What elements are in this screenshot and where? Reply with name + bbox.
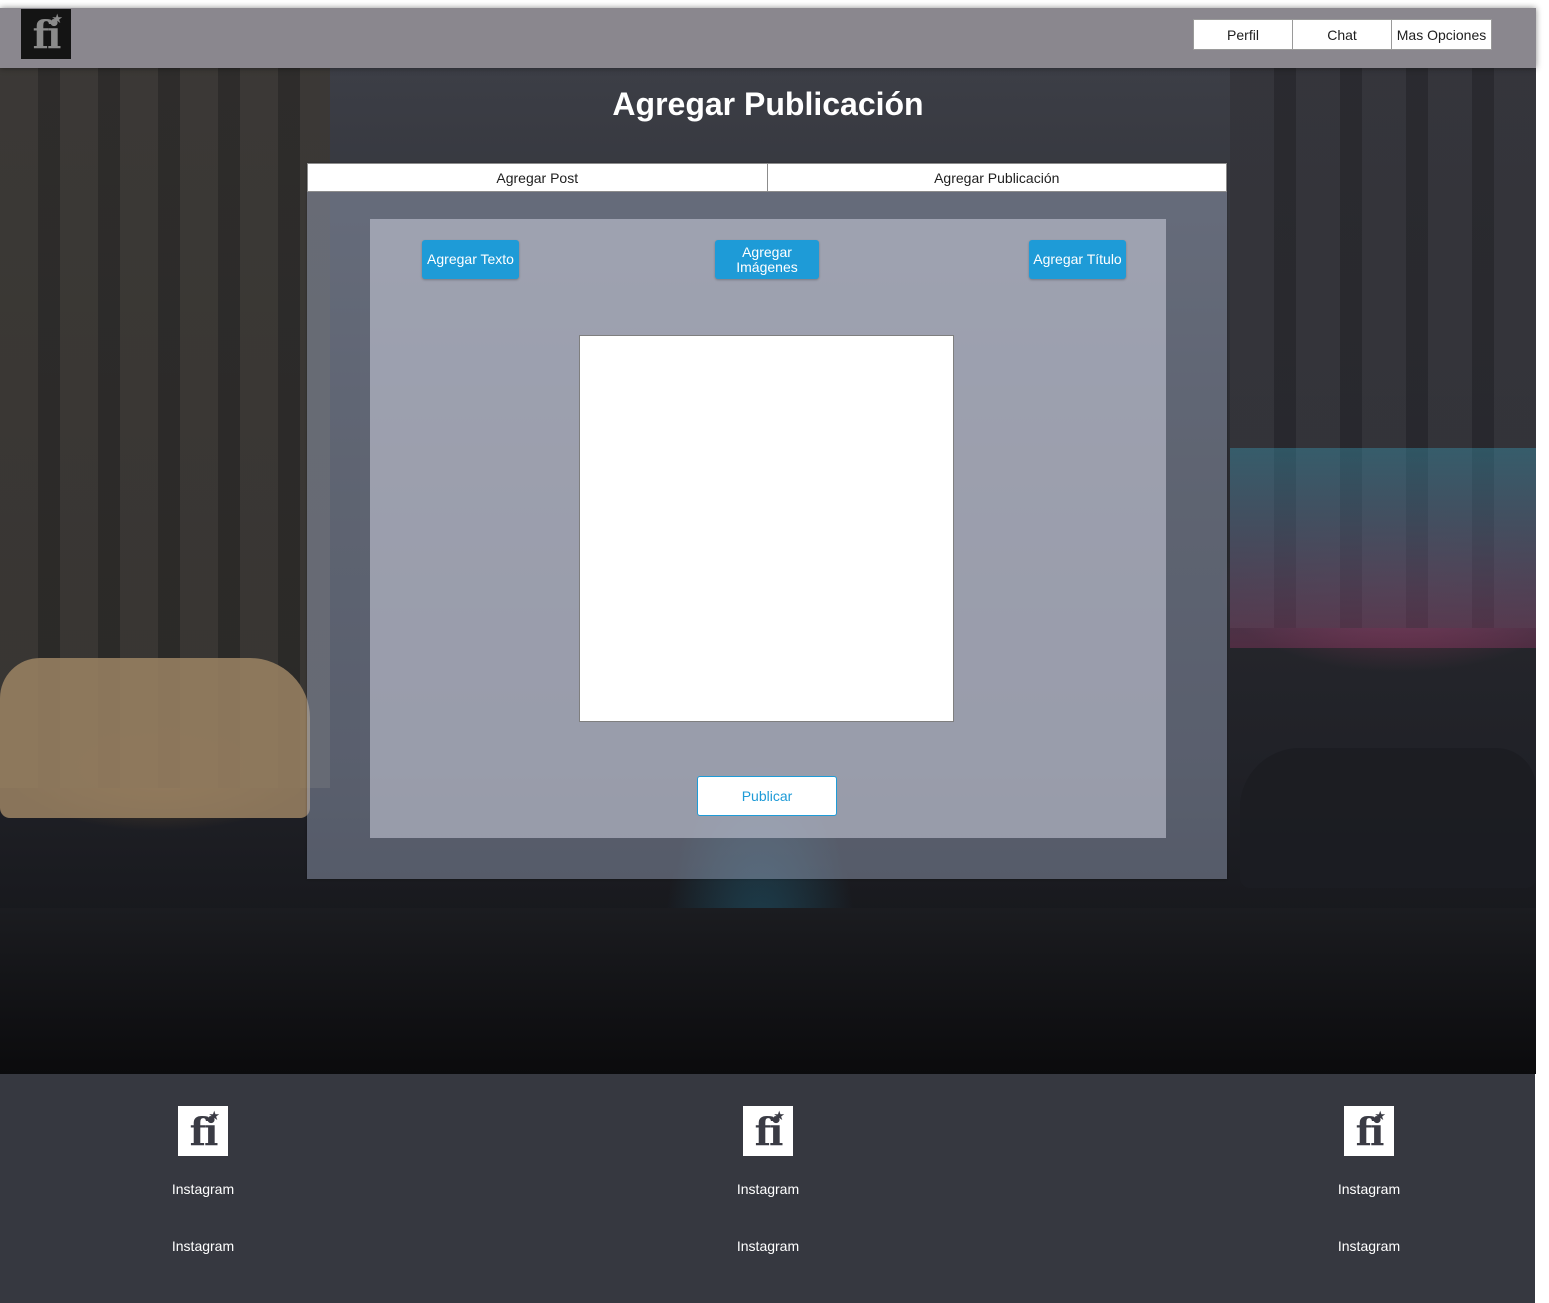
footer-column: fi ★ Instagram Instagram <box>668 1074 868 1303</box>
footer-link-instagram[interactable]: Instagram <box>103 1238 303 1254</box>
neon-signs-shape <box>1230 448 1536 648</box>
publication-card: Agregar Post Agregar Publicación Agregar… <box>307 163 1227 879</box>
fi-logo-icon: fi ★ <box>178 1106 228 1156</box>
star-icon: ★ <box>208 1108 220 1123</box>
footer-link-instagram[interactable]: Instagram <box>668 1181 868 1197</box>
taxi-shape <box>0 658 310 818</box>
top-header: fi ★ Perfil Chat Mas Opciones <box>0 8 1536 68</box>
publish-button[interactable]: Publicar <box>697 776 837 816</box>
footer-link-instagram[interactable]: Instagram <box>103 1181 303 1197</box>
tab-agregar-post[interactable]: Agregar Post <box>308 164 767 191</box>
footer-link-instagram[interactable]: Instagram <box>1269 1181 1469 1197</box>
nav-chat-button[interactable]: Chat <box>1293 20 1392 49</box>
footer-link-instagram[interactable]: Instagram <box>1269 1238 1469 1254</box>
publication-tabs: Agregar Post Agregar Publicación <box>307 163 1227 192</box>
add-text-button[interactable]: Agregar Texto <box>422 240 519 279</box>
add-title-button[interactable]: Agregar Título <box>1029 240 1126 279</box>
add-images-button[interactable]: Agregar Imágenes <box>715 240 819 279</box>
tab-agregar-publicacion[interactable]: Agregar Publicación <box>766 164 1227 191</box>
car-shape <box>1240 748 1536 888</box>
top-nav: Perfil Chat Mas Opciones <box>1193 19 1492 50</box>
editor-panel: Agregar Texto Agregar Imágenes Agregar T… <box>370 219 1166 838</box>
fi-logo-icon[interactable]: fi ★ <box>21 9 71 59</box>
nav-more-options-button[interactable]: Mas Opciones <box>1392 20 1491 49</box>
footer-link-instagram[interactable]: Instagram <box>668 1238 868 1254</box>
footer-column: fi ★ Instagram Instagram <box>103 1074 303 1303</box>
footer-column: fi ★ Instagram Instagram <box>1269 1074 1469 1303</box>
street-shape <box>0 908 1536 1074</box>
page-title: Agregar Publicación <box>612 86 924 122</box>
footer: fi ★ Instagram Instagram fi ★ Instagram … <box>0 1074 1535 1303</box>
star-icon: ★ <box>51 11 63 26</box>
content-editor-area[interactable] <box>579 335 954 722</box>
fi-logo-icon: fi ★ <box>1344 1106 1394 1156</box>
nav-perfil-button[interactable]: Perfil <box>1194 20 1293 49</box>
star-icon: ★ <box>773 1108 785 1123</box>
page-right-margin <box>1536 0 1549 1303</box>
star-icon: ★ <box>1374 1108 1386 1123</box>
fi-logo-icon: fi ★ <box>743 1106 793 1156</box>
